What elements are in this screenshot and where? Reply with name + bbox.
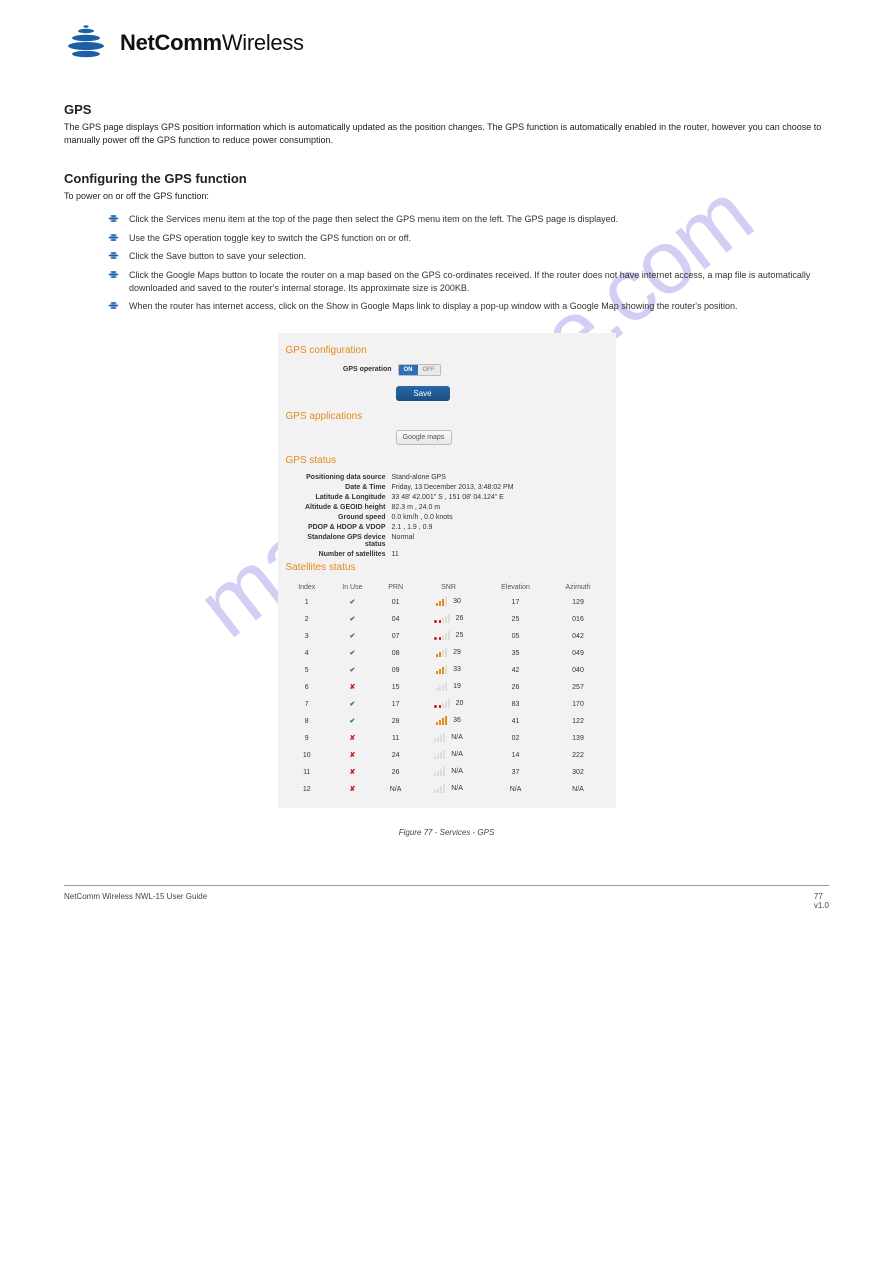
table-row: 1✔013017129 <box>286 594 608 611</box>
satellites-table: IndexIn UsePRNSNRElevationAzimuth 1✔0130… <box>286 581 608 798</box>
status-row: Standalone GPS device statusNormal <box>286 534 608 548</box>
signal-bars-icon <box>436 597 447 606</box>
check-icon: ✔ <box>349 718 355 725</box>
config-step: Click the Google Maps button to locate t… <box>108 269 829 294</box>
status-row: Number of satellites11 <box>286 551 608 558</box>
gps-heading: GPS <box>64 102 829 117</box>
sat-header: Elevation <box>483 581 549 594</box>
config-step: When the router has internet access, cli… <box>108 300 829 313</box>
config-step: Click the Save button to save your selec… <box>108 250 829 263</box>
footer-left: NetComm Wireless NWL-15 User Guide <box>64 892 207 910</box>
status-row: Date & TimeFriday, 13 December 2013, 3:4… <box>286 484 608 491</box>
cross-icon: ✘ <box>349 735 355 742</box>
signal-bars-icon <box>434 767 445 776</box>
config-heading: Configuring the GPS function <box>64 171 829 186</box>
signal-bars-icon <box>436 665 447 674</box>
cross-icon: ✘ <box>349 752 355 759</box>
signal-bars-icon <box>436 648 447 657</box>
cross-icon: ✘ <box>349 769 355 776</box>
status-row: Positioning data sourceStand-alone GPS <box>286 474 608 481</box>
gps-config-title: GPS configuration <box>286 345 608 356</box>
footer-right: 77v1.0 <box>814 892 829 910</box>
table-row: 12✘N/AN/AN/AN/A <box>286 781 608 798</box>
cross-icon: ✘ <box>349 684 355 691</box>
status-row: Latitude & Longitude33 48' 42.001" S , 1… <box>286 494 608 501</box>
signal-bars-icon <box>436 682 447 691</box>
check-icon: ✔ <box>349 667 355 674</box>
gps-intro: The GPS page displays GPS position infor… <box>64 121 829 147</box>
table-row: 9✘11N/A02139 <box>286 730 608 747</box>
figure-caption: Figure 77 - Services - GPS <box>64 828 829 837</box>
signal-bars-icon <box>434 750 445 759</box>
table-row: 10✘24N/A14222 <box>286 747 608 764</box>
check-icon: ✔ <box>349 599 355 606</box>
config-intro: To power on or off the GPS function: <box>64 190 829 203</box>
sat-header: In Use <box>328 581 377 594</box>
signal-bars-icon <box>434 631 450 640</box>
gps-status-title: GPS status <box>286 455 608 466</box>
check-icon: ✔ <box>349 616 355 623</box>
signal-bars-icon <box>434 614 450 623</box>
signal-bars-icon <box>434 733 445 742</box>
status-row: Ground speed0.0 km/h , 0.0 knots <box>286 514 608 521</box>
sat-header: SNR <box>415 581 483 594</box>
status-row: PDOP & HDOP & VDOP2.1 , 1.9 , 0.9 <box>286 524 608 531</box>
table-row: 2✔042625016 <box>286 611 608 628</box>
table-row: 8✔283641122 <box>286 713 608 730</box>
table-row: 5✔093342040 <box>286 662 608 679</box>
sat-header: Index <box>286 581 329 594</box>
gps-status-list: Positioning data sourceStand-alone GPS Da… <box>286 474 608 558</box>
logo-text: NetCommWireless <box>120 30 304 56</box>
table-row: 11✘26N/A37302 <box>286 764 608 781</box>
signal-bars-icon <box>434 699 450 708</box>
bullet-icon <box>108 251 119 260</box>
google-maps-button[interactable]: Google maps <box>396 430 452 445</box>
sat-header: PRN <box>377 581 415 594</box>
bullet-icon <box>108 301 119 310</box>
gps-operation-label: GPS operation <box>336 366 392 373</box>
signal-bars-icon <box>434 784 445 793</box>
config-step: Use the GPS operation toggle key to swit… <box>108 232 829 245</box>
table-row: 4✔082935049 <box>286 645 608 662</box>
bullet-icon <box>108 233 119 242</box>
logo: NetCommWireless <box>64 24 829 62</box>
signal-bars-icon <box>436 716 447 725</box>
table-row: 3✔072505042 <box>286 628 608 645</box>
gps-apps-title: GPS applications <box>286 411 608 422</box>
gps-operation-toggle[interactable]: ON OFF <box>398 364 441 376</box>
config-steps: Click the Services menu item at the top … <box>108 213 829 313</box>
config-step: Click the Services menu item at the top … <box>108 213 829 226</box>
bullet-icon <box>108 270 119 279</box>
bullet-icon <box>108 214 119 223</box>
check-icon: ✔ <box>349 633 355 640</box>
cross-icon: ✘ <box>349 786 355 793</box>
netcomm-logo-icon <box>64 24 108 62</box>
satellites-title: Satellites status <box>286 562 608 573</box>
check-icon: ✔ <box>349 650 355 657</box>
check-icon: ✔ <box>349 701 355 708</box>
sat-header: Azimuth <box>549 581 608 594</box>
table-row: 7✔172083170 <box>286 696 608 713</box>
status-row: Altitude & GEOID height82.3 m , 24.0 m <box>286 504 608 511</box>
page-footer: NetComm Wireless NWL-15 User Guide 77v1.… <box>64 885 829 910</box>
table-row: 6✘151926257 <box>286 679 608 696</box>
save-button[interactable]: Save <box>396 386 450 401</box>
gps-panel: GPS configuration GPS operation ON OFF S… <box>278 333 616 808</box>
